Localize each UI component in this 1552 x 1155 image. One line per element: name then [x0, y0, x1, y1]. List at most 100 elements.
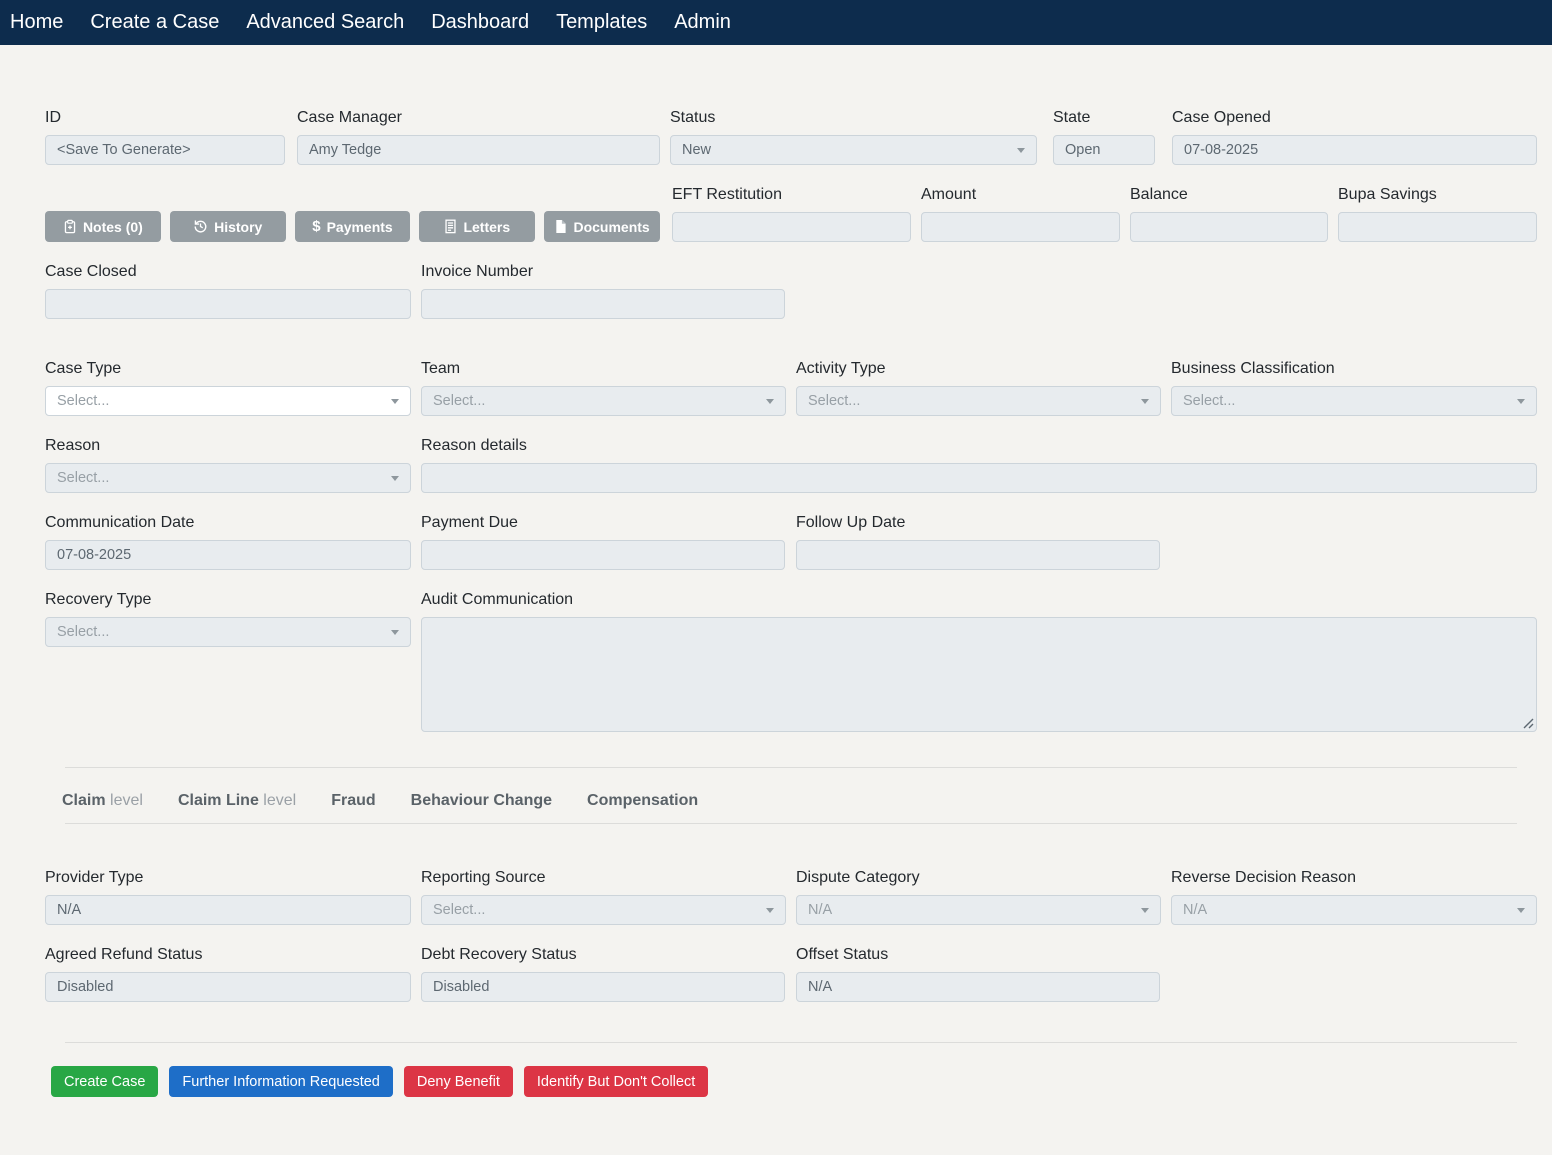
payment-due-field[interactable]	[421, 540, 785, 570]
business-classification-select: Select...	[1171, 386, 1537, 416]
nav-item-templates[interactable]: Templates	[556, 11, 647, 34]
create-case-button[interactable]: Create Case	[51, 1066, 158, 1097]
chevron-down-icon	[1017, 148, 1025, 153]
reporting-source-label: Reporting Source	[421, 869, 786, 887]
payments-button-label: Payments	[327, 219, 393, 235]
communication-date-field[interactable]: 07-08-2025	[45, 540, 411, 570]
debt-recovery-status-field: Disabled	[421, 972, 785, 1002]
status-select[interactable]: New	[670, 135, 1037, 165]
history-icon	[193, 219, 208, 234]
documents-button-label: Documents	[573, 219, 649, 235]
state-label: State	[1053, 109, 1155, 127]
further-information-requested-button[interactable]: Further Information Requested	[169, 1066, 392, 1097]
case-closed-field	[45, 289, 411, 319]
reason-row: Reason Select... Reason details	[45, 437, 1537, 493]
reason-details-label: Reason details	[421, 437, 1537, 455]
recovery-type-select: Select...	[45, 617, 411, 647]
business-classification-value: Select...	[1183, 393, 1235, 409]
recovery-type-label: Recovery Type	[45, 591, 411, 609]
state-field: Open	[1053, 135, 1155, 165]
document-icon	[554, 219, 567, 234]
reason-value: Select...	[57, 470, 109, 486]
letters-button[interactable]: Letters	[419, 211, 535, 242]
activity-type-select: Select...	[796, 386, 1161, 416]
claim-tabs: Claim level Claim Line level Fraud Behav…	[45, 792, 1537, 810]
case-manager-field: Amy Tedge	[297, 135, 660, 165]
bupa-savings-label: Bupa Savings	[1338, 186, 1537, 204]
balance-field[interactable]	[1130, 212, 1328, 242]
reverse-decision-reason-value: N/A	[1183, 902, 1207, 918]
dispute-category-label: Dispute Category	[796, 869, 1161, 887]
amount-field[interactable]	[921, 212, 1120, 242]
recovery-row: Recovery Type Select... Audit Communicat…	[45, 591, 1537, 732]
reason-select: Select...	[45, 463, 411, 493]
schedule-row: Communication Date 07-08-2025 Payment Du…	[45, 514, 1537, 570]
nav-item-home[interactable]: Home	[10, 11, 63, 34]
claim-panel-row-2: Agreed Refund Status Disabled Debt Recov…	[45, 946, 1537, 1002]
receipt-icon	[444, 219, 457, 234]
case-opened-field[interactable]: 07-08-2025	[1172, 135, 1537, 165]
nav-item-create-a-case[interactable]: Create a Case	[90, 11, 219, 34]
payment-due-label: Payment Due	[421, 514, 785, 532]
eft-restitution-field[interactable]	[672, 212, 911, 242]
tab-claim-level[interactable]: Claim level	[62, 792, 143, 810]
resize-grip-icon[interactable]	[1522, 717, 1534, 729]
dollar-icon: $	[312, 219, 320, 234]
identify-but-dont-collect-button[interactable]: Identify But Don't Collect	[524, 1066, 708, 1097]
case-form: ID <Save To Generate> Case Manager Amy T…	[0, 45, 1552, 1097]
reason-details-field[interactable]	[421, 463, 1537, 493]
bupa-savings-field[interactable]	[1338, 212, 1537, 242]
communication-date-label: Communication Date	[45, 514, 411, 532]
reverse-decision-reason-select: N/A	[1171, 895, 1537, 925]
case-manager-label: Case Manager	[297, 109, 660, 127]
audit-communication-textarea[interactable]	[421, 617, 1537, 732]
activity-type-value: Select...	[808, 393, 860, 409]
toolbar: Notes (0) History $ Payments Letter	[45, 211, 660, 242]
chevron-down-icon	[766, 908, 774, 913]
history-button[interactable]: History	[170, 211, 286, 242]
provider-type-label: Provider Type	[45, 869, 411, 887]
offset-status-field: N/A	[796, 972, 1160, 1002]
follow-up-date-field[interactable]	[796, 540, 1160, 570]
payments-button[interactable]: $ Payments	[295, 211, 411, 242]
invoice-number-field[interactable]	[421, 289, 785, 319]
notes-button-label: Notes (0)	[83, 219, 143, 235]
status-value: New	[682, 142, 711, 158]
chevron-down-icon	[391, 630, 399, 635]
tab-behaviour-change[interactable]: Behaviour Change	[411, 792, 552, 810]
case-type-select[interactable]: Select...	[45, 386, 411, 416]
notes-button[interactable]: Notes (0)	[45, 211, 161, 242]
offset-status-label: Offset Status	[796, 946, 1160, 964]
reporting-source-value: Select...	[433, 902, 485, 918]
eft-restitution-label: EFT Restitution	[672, 186, 911, 204]
nav-item-admin[interactable]: Admin	[674, 11, 731, 34]
chevron-down-icon	[391, 476, 399, 481]
history-button-label: History	[214, 219, 262, 235]
chevron-down-icon	[1141, 399, 1149, 404]
case-opened-label: Case Opened	[1172, 109, 1537, 127]
toolbar-financial-row: Notes (0) History $ Payments Letter	[45, 186, 1537, 242]
top-nav: Home Create a Case Advanced Search Dashb…	[0, 0, 1552, 45]
tab-compensation[interactable]: Compensation	[587, 792, 698, 810]
case-type-value: Select...	[57, 393, 109, 409]
deny-benefit-button[interactable]: Deny Benefit	[404, 1066, 513, 1097]
reporting-source-select[interactable]: Select...	[421, 895, 786, 925]
balance-label: Balance	[1130, 186, 1328, 204]
team-select: Select...	[421, 386, 786, 416]
divider	[65, 767, 1517, 768]
case-closed-row: Case Closed Invoice Number	[45, 263, 1537, 319]
nav-item-advanced-search[interactable]: Advanced Search	[246, 11, 404, 34]
invoice-number-label: Invoice Number	[421, 263, 785, 281]
nav-item-dashboard[interactable]: Dashboard	[431, 11, 529, 34]
documents-button[interactable]: Documents	[544, 211, 660, 242]
case-closed-label: Case Closed	[45, 263, 411, 281]
chevron-down-icon	[391, 399, 399, 404]
id-label: ID	[45, 109, 285, 127]
dispute-category-select: N/A	[796, 895, 1161, 925]
letters-button-label: Letters	[463, 219, 510, 235]
audit-communication-label: Audit Communication	[421, 591, 1537, 609]
tab-fraud[interactable]: Fraud	[331, 792, 375, 810]
activity-type-label: Activity Type	[796, 360, 1161, 378]
tab-claim-line-level[interactable]: Claim Line level	[178, 792, 296, 810]
header-row: ID <Save To Generate> Case Manager Amy T…	[45, 109, 1537, 165]
